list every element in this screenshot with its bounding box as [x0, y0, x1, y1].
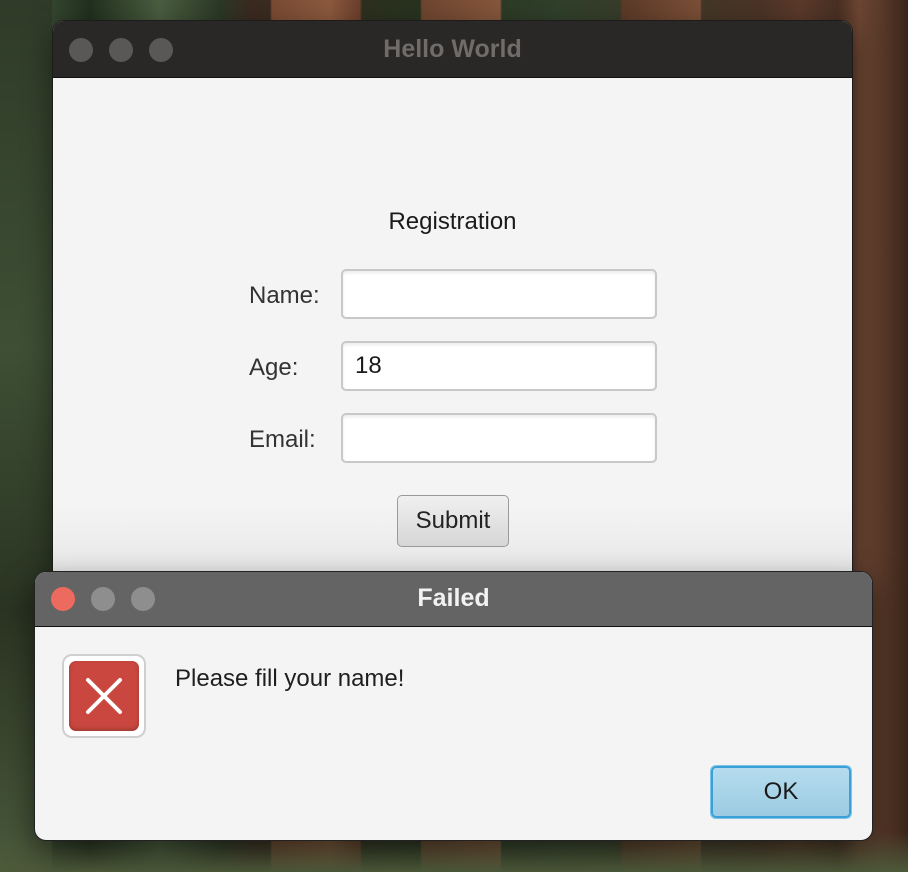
main-window: Hello World Registration Name: Age: 18 E…	[52, 20, 853, 582]
dialog-title: Failed	[417, 584, 490, 612]
dialog-message: Please fill your name!	[175, 665, 405, 692]
submit-button[interactable]: Submit	[397, 495, 509, 547]
registration-form: Registration Name: Age: 18 Email: Submit	[53, 78, 852, 581]
age-field[interactable]: 18	[341, 341, 657, 391]
dialog-body: Please fill your name! OK	[35, 627, 872, 840]
email-label: Email:	[249, 426, 316, 453]
main-window-titlebar[interactable]: Hello World	[53, 21, 852, 78]
error-icon-frame	[62, 654, 146, 738]
ok-button[interactable]: OK	[711, 766, 851, 818]
name-label: Name:	[249, 282, 320, 309]
error-dialog: Failed Please fill your name! OK	[34, 571, 873, 841]
window-title: Hello World	[383, 35, 522, 63]
email-field[interactable]	[341, 413, 657, 463]
error-x-icon	[69, 661, 139, 731]
name-field[interactable]	[341, 269, 657, 319]
form-heading: Registration	[388, 208, 517, 235]
dialog-titlebar[interactable]: Failed	[35, 572, 872, 627]
age-label: Age:	[249, 354, 299, 381]
